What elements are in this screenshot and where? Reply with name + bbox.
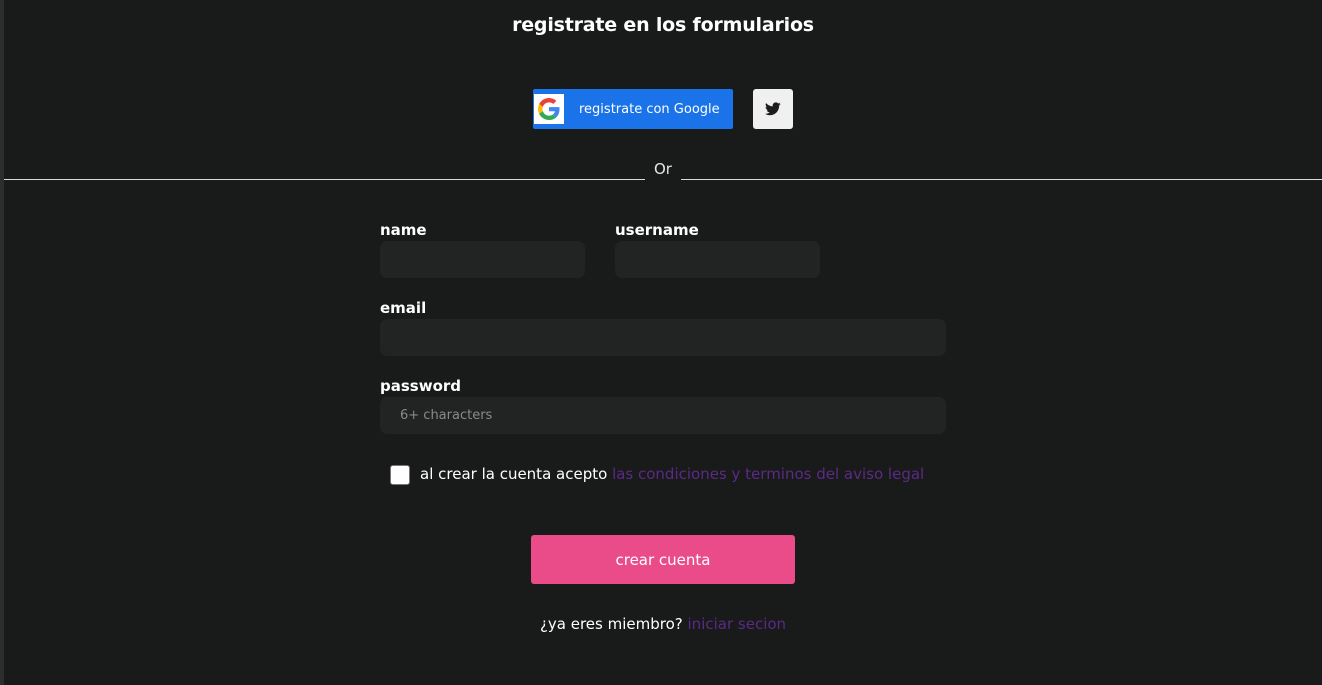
- window-left-edge: [0, 0, 4, 685]
- twitter-bird-icon: [765, 102, 781, 116]
- google-signup-button[interactable]: registrate con Google: [533, 89, 733, 129]
- terms-text: al crear la cuenta acepto: [420, 465, 608, 483]
- divider-or-text: Or: [654, 160, 672, 178]
- create-account-button[interactable]: crear cuenta: [531, 535, 795, 584]
- password-input[interactable]: [380, 397, 946, 434]
- member-prompt: ¿ya eres miembro? iniciar secion: [0, 615, 1322, 633]
- email-label: email: [380, 299, 427, 317]
- name-input[interactable]: [380, 241, 585, 278]
- username-input[interactable]: [615, 241, 820, 278]
- terms-link[interactable]: las condiciones y terminos del aviso leg…: [612, 465, 924, 483]
- signup-page: registrate en los formularios registrate…: [0, 0, 1322, 685]
- divider-line-left: [4, 179, 645, 180]
- page-title: registrate en los formularios: [512, 14, 814, 36]
- terms-statement: al crear la cuenta acepto las condicione…: [420, 465, 924, 483]
- name-label: name: [380, 221, 427, 239]
- email-input[interactable]: [380, 319, 946, 356]
- google-signup-label: registrate con Google: [579, 101, 720, 117]
- terms-checkbox[interactable]: [390, 465, 410, 485]
- google-logo-icon: [534, 94, 564, 124]
- login-link[interactable]: iniciar secion: [688, 615, 787, 633]
- member-text: ¿ya eres miembro?: [539, 615, 683, 633]
- divider-line-right: [681, 179, 1322, 180]
- twitter-signup-button[interactable]: [753, 89, 793, 129]
- username-label: username: [615, 221, 699, 239]
- password-label: password: [380, 377, 462, 395]
